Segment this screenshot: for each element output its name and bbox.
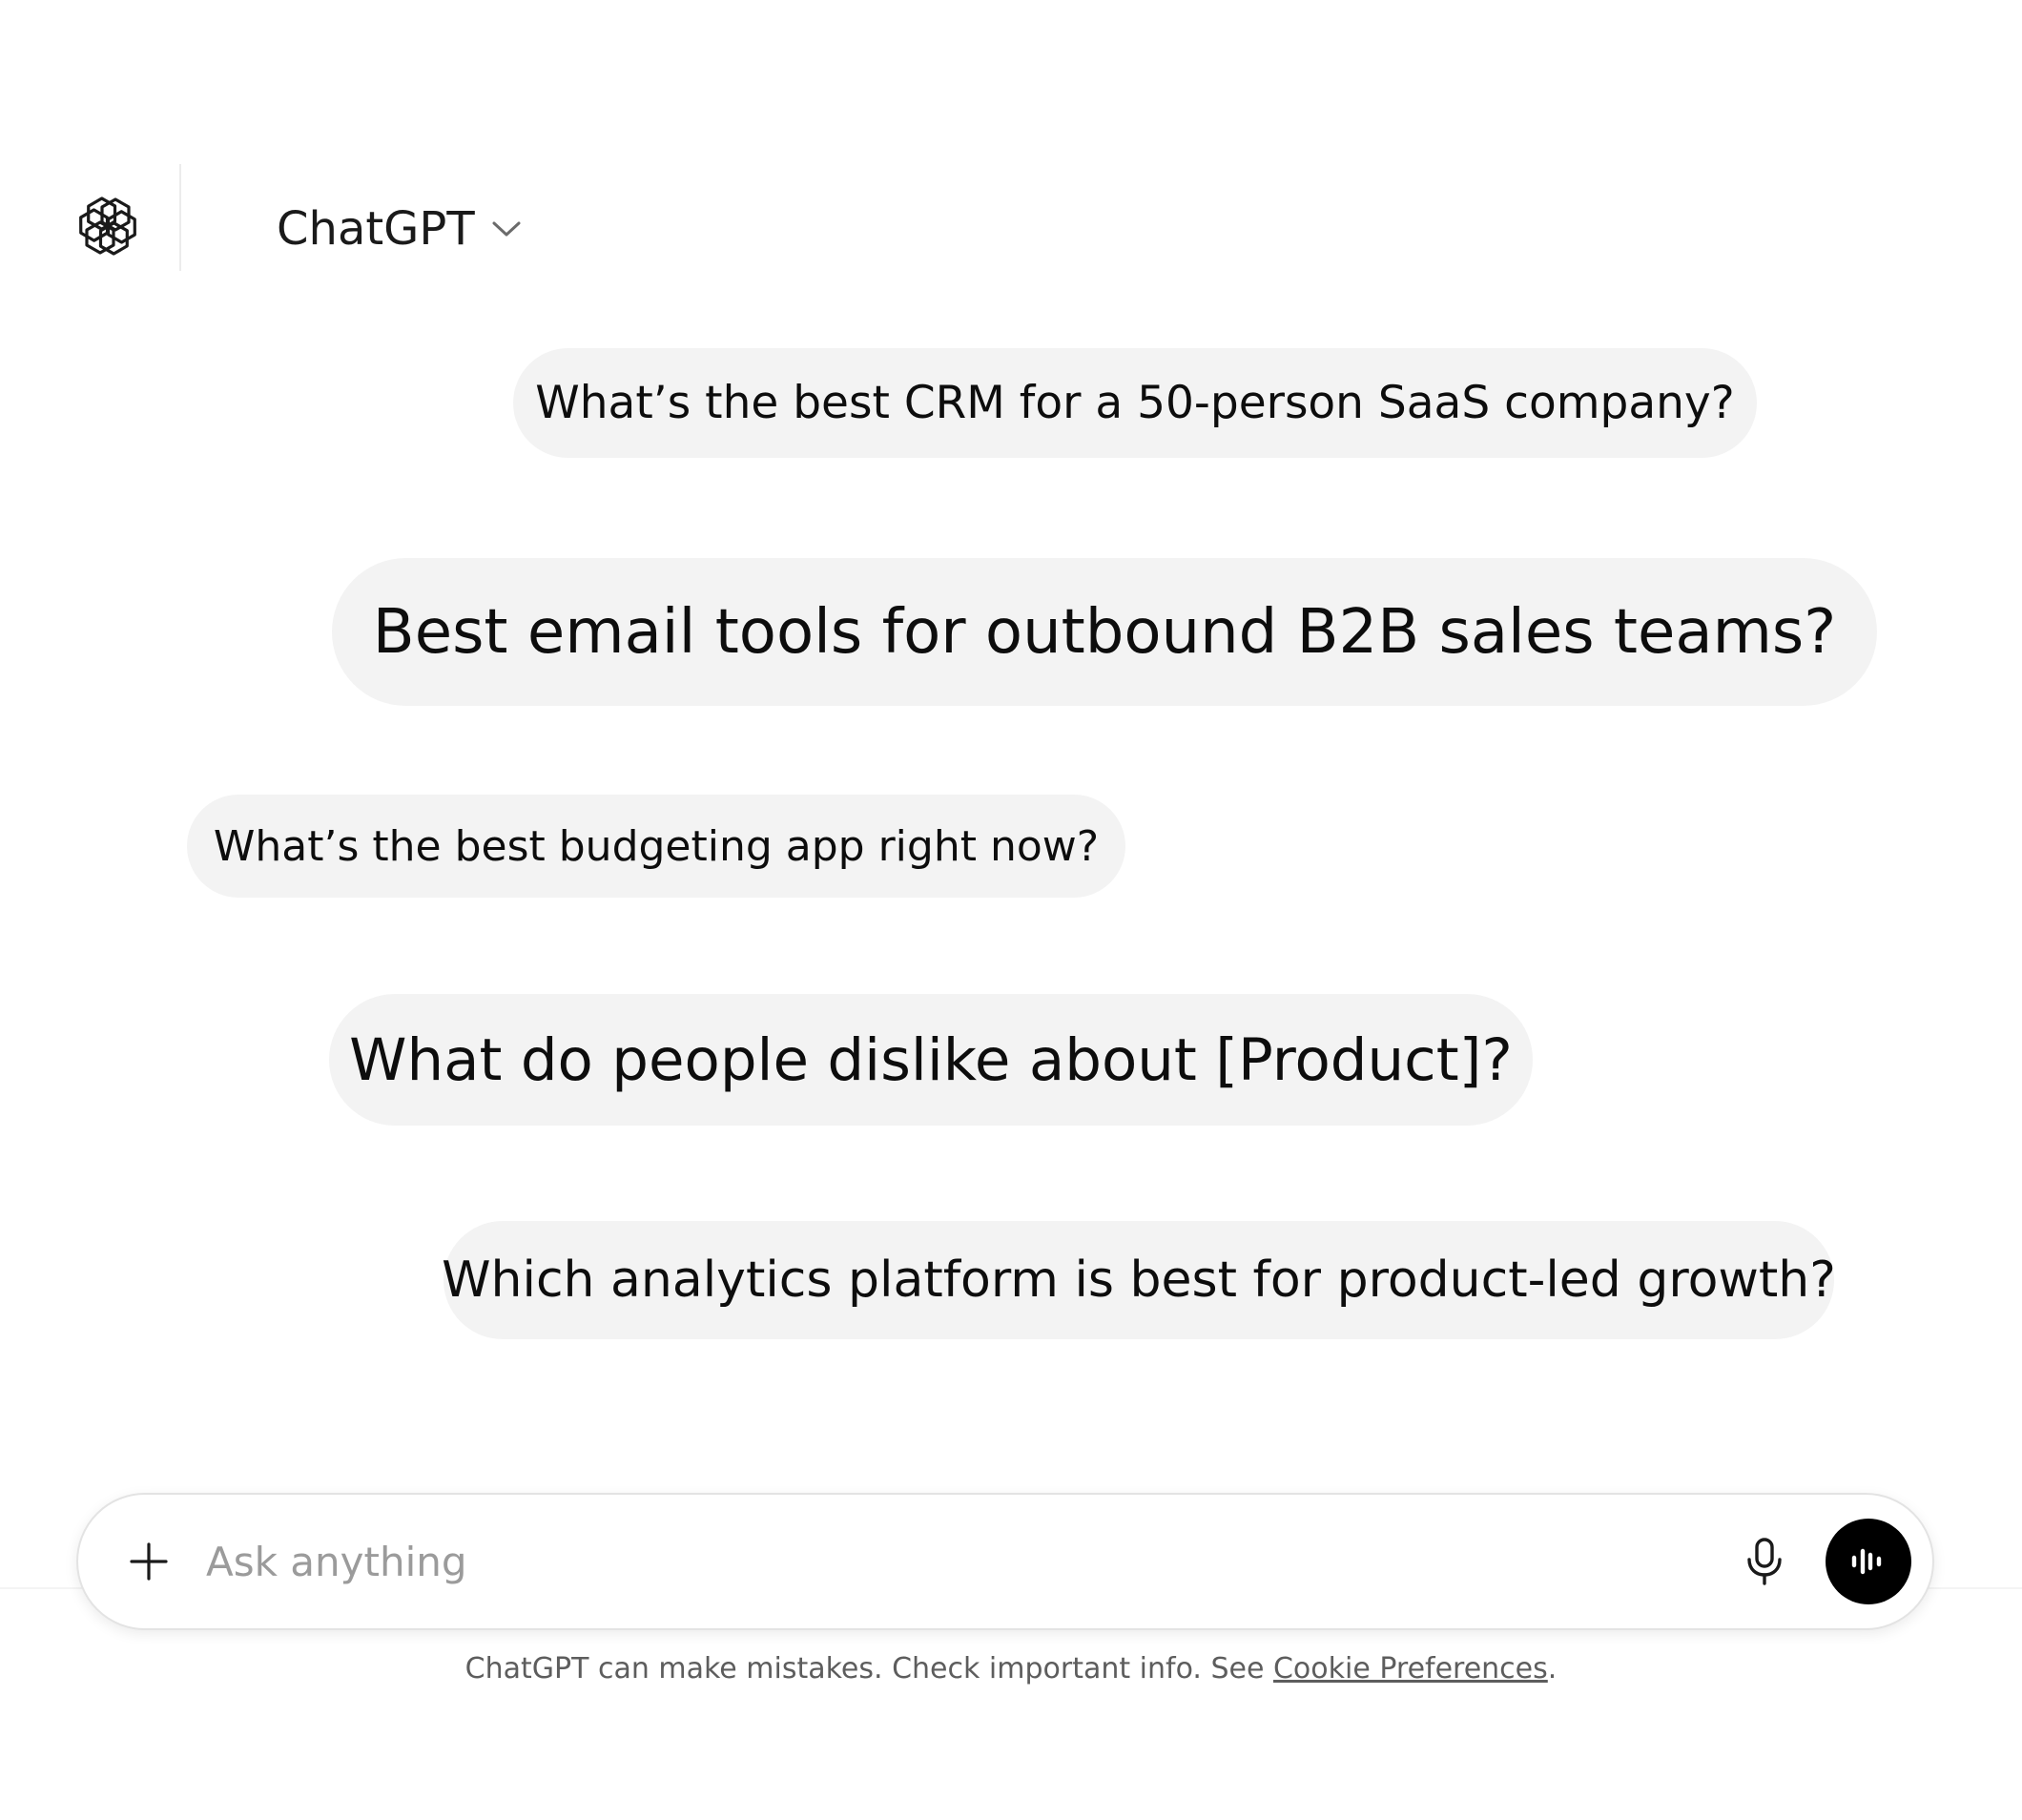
header-divider (179, 164, 181, 271)
model-name: ChatGPT (277, 202, 475, 256)
chevron-down-icon (490, 219, 523, 238)
message-bubble: What’s the best budgeting app right now? (187, 795, 1125, 898)
voice-mode-icon (1851, 1548, 1882, 1575)
prompt-input[interactable] (206, 1523, 1694, 1600)
message-bubble: What’s the best CRM for a 50-person SaaS… (513, 348, 1757, 458)
disclaimer-text: ChatGPT can make mistakes. Check importa… (0, 1652, 2022, 1686)
cookie-preferences-link[interactable]: Cookie Preferences (1273, 1652, 1548, 1686)
microphone-icon[interactable] (1743, 1537, 1785, 1586)
openai-logo-icon[interactable] (77, 196, 138, 257)
disclaimer-body: ChatGPT can make mistakes. Check importa… (464, 1652, 1273, 1686)
model-selector-button[interactable]: ChatGPT (277, 196, 523, 262)
message-bubble: Best email tools for outbound B2B sales … (332, 558, 1877, 706)
plus-icon[interactable] (128, 1541, 170, 1582)
message-bubble: Which analytics platform is best for pro… (442, 1221, 1836, 1339)
disclaimer-period: . (1547, 1652, 1558, 1686)
prompt-composer (76, 1493, 1934, 1630)
voice-mode-button[interactable] (1826, 1519, 1911, 1604)
message-bubble: What do people dislike about [Product]? (329, 994, 1533, 1126)
